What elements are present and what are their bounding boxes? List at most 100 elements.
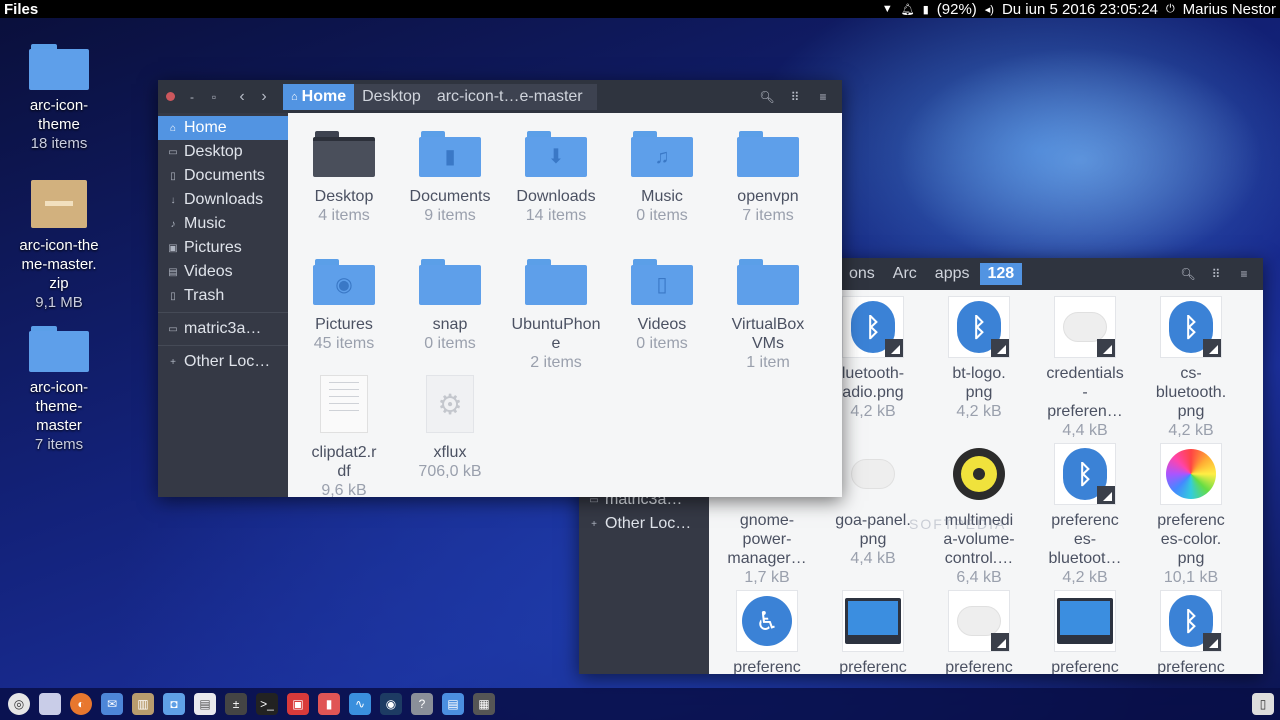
file-label: bt-logo. — [952, 365, 1006, 382]
maximize-button[interactable]: ▫ — [203, 90, 225, 104]
file-item-preferences-online[interactable]: preferenc — [931, 590, 1027, 674]
file-item-credentials[interactable]: credentials - preferen… 4,4 kB — [1037, 296, 1133, 440]
user-name[interactable]: Marius Nestor — [1183, 1, 1276, 18]
file-item-clipdat2[interactable]: clipdat2.rdf 9,6 kB — [296, 375, 392, 497]
volume-icon[interactable]: ◂) — [985, 3, 994, 16]
sidebar-item-home[interactable]: ⌂ Home — [158, 116, 288, 140]
file-item-preferences-accessibility[interactable]: ♿︎ preferenc — [719, 590, 815, 674]
ubuntu-icon[interactable]: ◎ — [8, 693, 30, 715]
mail-icon[interactable]: ✉ — [101, 693, 123, 715]
folder-item-videos[interactable]: ▯ Videos 0 items — [614, 259, 710, 353]
search-icon[interactable]: 🔍︎ — [1177, 267, 1199, 281]
sidebar-item-matric3a[interactable]: ▭ matric3a… — [158, 317, 288, 341]
desktop-item-arc-icon-theme[interactable]: arc-icon-theme 18 items — [4, 44, 114, 153]
menu-icon[interactable]: ≡ — [812, 90, 834, 104]
app-menu-title[interactable]: Files — [0, 1, 38, 18]
breadcrumb-arc-icon-theme-master[interactable]: arc-icon-t…e-master — [428, 83, 597, 110]
view-grid-icon[interactable]: ⠿ — [784, 90, 806, 104]
camera-icon[interactable]: ◘ — [163, 693, 185, 715]
menu-icon[interactable]: ≡ — [1233, 267, 1255, 281]
firefox-icon[interactable]: ◐ — [70, 693, 92, 715]
forward-button[interactable]: › — [253, 88, 275, 106]
folder-item-documents[interactable]: ▮ Documents 9 items — [402, 131, 498, 225]
file-label: a-volume- — [943, 531, 1015, 548]
archive-manager-icon[interactable]: ▥ — [132, 693, 154, 715]
battery-percent[interactable]: (92%) — [937, 1, 977, 18]
folder-item-openvpn[interactable]: openvpn 7 items — [720, 131, 816, 225]
breadcrumb-arc[interactable]: Arc — [885, 261, 925, 287]
folder-item-virtualbox-vms[interactable]: VirtualBox VMs 1 item — [720, 259, 816, 372]
sidebar-item-music[interactable]: ♪ Music — [158, 212, 288, 236]
monitor-icon — [1054, 590, 1116, 652]
battery-icon[interactable]: ▮ — [923, 3, 929, 16]
folder-item-music[interactable]: ♫ Music 0 items — [614, 131, 710, 225]
folder-item-pictures[interactable]: ◉ Pictures 45 items — [296, 259, 392, 353]
sidebar-item-other-locations[interactable]: + Other Loc… — [579, 512, 709, 536]
folder-item-ubuntuphone[interactable]: UbuntuPhone 2 items — [508, 259, 604, 372]
sidebar-item-trash[interactable]: ▯ Trash — [158, 284, 288, 308]
file-item-xflux[interactable]: ⚙ xflux 706,0 kB — [402, 375, 498, 481]
sidebar-item-desktop[interactable]: ▭ Desktop — [158, 140, 288, 164]
help-icon[interactable]: ? — [411, 693, 433, 715]
file-item-preferences-color[interactable]: preferenc es-color. png 10,1 kB — [1143, 443, 1239, 587]
trash-icon: ▯ — [170, 290, 176, 302]
file-item-bt-logo[interactable]: ᛒ bt-logo. png 4,2 kB — [931, 296, 1027, 421]
wifi-icon[interactable]: ▼ — [882, 3, 893, 15]
terminal-icon[interactable]: >_ — [256, 693, 278, 715]
power-icon[interactable]: ⏻ — [1166, 3, 1175, 16]
file-item-preferences-desktop[interactable]: preferenc — [825, 590, 921, 674]
steam-icon[interactable]: ◉ — [380, 693, 402, 715]
remote-desktop-icon[interactable]: ▤ — [442, 693, 464, 715]
breadcrumb-desktop[interactable]: Desktop — [354, 83, 429, 110]
sidebar-item-label: Trash — [184, 287, 225, 304]
home-icon: ⌂ — [169, 122, 177, 134]
file-item-preferences-bluetooth[interactable]: ᛒ preferenc es- bluetoot… 4,2 kB — [1037, 443, 1133, 587]
sidebar-item-downloads[interactable]: ↓ Downloads — [158, 188, 288, 212]
documents-folder-icon: ▮ — [419, 131, 481, 177]
software-center-icon[interactable]: ▣ — [287, 693, 309, 715]
trash-icon[interactable]: ▯ — [1252, 693, 1274, 715]
sidebar-item-label: Desktop — [184, 143, 243, 160]
system-monitor-icon[interactable]: ∿ — [349, 693, 371, 715]
breadcrumb-icons[interactable]: ons — [841, 261, 883, 287]
file-label: control.… — [944, 550, 1014, 567]
files-icon[interactable] — [39, 693, 61, 715]
item-count: 9 items — [424, 207, 476, 224]
file-item-multimedia-volume-control[interactable]: multimedi a-volume- control.… 6,4 kB — [931, 443, 1027, 587]
close-button[interactable] — [166, 92, 175, 101]
item-size: 9,6 kB — [321, 482, 367, 497]
tray-app-icon[interactable]: ▮ — [318, 693, 340, 715]
sidebar-item-other-locations[interactable]: + Other Loc… — [158, 350, 288, 374]
file-item-cs-bluetooth[interactable]: ᛒ cs- bluetooth. png 4,2 kB — [1143, 296, 1239, 440]
breadcrumb-apps[interactable]: apps — [927, 261, 978, 287]
sidebar-divider — [158, 312, 288, 313]
folder-item-desktop[interactable]: Desktop 4 items — [296, 131, 392, 225]
file-size: 4,2 kB — [1168, 422, 1214, 439]
back-button[interactable]: ‹ — [231, 88, 253, 106]
view-grid-icon[interactable]: ⠿ — [1205, 267, 1227, 281]
file-size: 6,4 kB — [956, 569, 1002, 586]
file-grid: Desktop 4 items ▮ Documents 9 items ⬇ Do… — [288, 113, 842, 497]
sidebar-item-pictures[interactable]: ▣ Pictures — [158, 236, 288, 260]
breadcrumb-home[interactable]: ⌂ Home — [283, 83, 355, 110]
search-icon[interactable]: 🔍︎ — [756, 90, 778, 104]
sidebar-item-documents[interactable]: ▯ Documents — [158, 164, 288, 188]
folder-item-snap[interactable]: snap 0 items — [402, 259, 498, 353]
pictures-folder-icon: ◉ — [313, 259, 375, 305]
text-editor-icon[interactable]: ▤ — [194, 693, 216, 715]
file-item-preferences-bluetooth-2[interactable]: ᛒ preferenc — [1143, 590, 1239, 674]
sidebar-item-videos[interactable]: ▤ Videos — [158, 260, 288, 284]
file-item-preferences-display[interactable]: preferenc — [1037, 590, 1133, 674]
desktop-item-arc-icon-theme-master[interactable]: arc-icon-theme-master 7 items — [4, 326, 114, 454]
file-label: preferenc — [839, 659, 907, 674]
desktop-item-label: arc-icon-theme-master — [29, 379, 89, 434]
notification-bell-icon[interactable]: 🔔︎ — [901, 3, 915, 16]
document-viewer-icon[interactable]: ▦ — [473, 693, 495, 715]
desktop-item-zip[interactable]: arc-icon-theme-master.zip 9,1 MB — [4, 180, 114, 312]
breadcrumb-128[interactable]: 128 — [979, 263, 1023, 285]
folder-item-downloads[interactable]: ⬇ Downloads 14 items — [508, 131, 604, 225]
calculator-icon[interactable]: ± — [225, 693, 247, 715]
clock[interactable]: Du iun 5 2016 23:05:24 — [1002, 1, 1158, 18]
videos-folder-icon: ▯ — [631, 259, 693, 305]
minimize-button[interactable]: - — [181, 90, 203, 104]
